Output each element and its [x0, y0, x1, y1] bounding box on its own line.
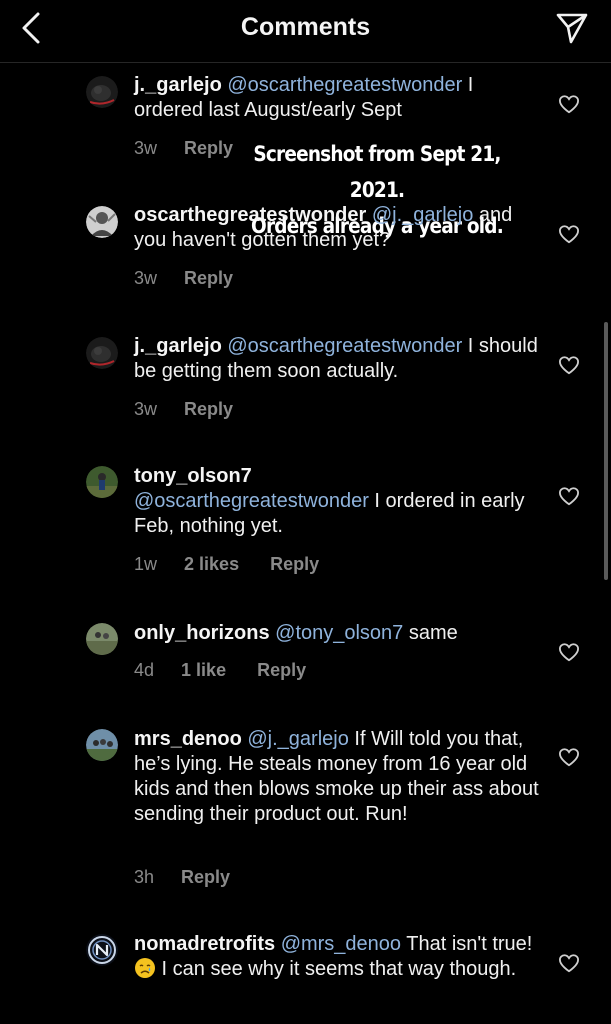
comment-text: j._garlejo @oscarthegreatestwonder I ord… — [134, 73, 544, 123]
comment-username[interactable]: tony_olson7 — [134, 465, 252, 487]
comment-mention[interactable]: @j._garlejo — [372, 204, 473, 226]
comment-text: tony_olson7 @oscarthegreatestwonder I or… — [134, 464, 544, 539]
header-bar: Comments — [0, 0, 611, 63]
heart-icon[interactable] — [558, 747, 580, 767]
scrollbar[interactable] — [604, 322, 608, 580]
avatar[interactable] — [86, 466, 118, 498]
comment-meta: 3w Reply — [134, 399, 233, 420]
heart-icon[interactable] — [558, 224, 580, 244]
comment-username[interactable]: j._garlejo — [134, 335, 222, 357]
likes-count[interactable]: 1 like — [181, 660, 226, 680]
reply-button[interactable]: Reply — [184, 399, 233, 419]
comment-text: mrs_denoo @j._garlejo If Will told you t… — [134, 727, 544, 827]
avatar[interactable] — [86, 76, 118, 108]
comment-mention[interactable]: @oscarthegreatestwonder — [134, 490, 369, 512]
page-title: Comments — [240, 13, 371, 41]
avatar[interactable] — [86, 934, 118, 966]
comment-time: 3w — [134, 399, 158, 419]
likes-count[interactable]: 2 likes — [184, 554, 239, 574]
heart-icon[interactable] — [558, 953, 580, 973]
comment-mention[interactable]: @oscarthegreatestwonder — [227, 335, 462, 357]
comment-mention[interactable]: @j._garlejo — [247, 728, 348, 750]
comment-mention[interactable]: @oscarthegreatestwonder — [227, 74, 462, 96]
comment-text: j._garlejo @oscarthegreatestwonder I sho… — [134, 334, 544, 384]
comment-meta: 3w Reply — [134, 268, 233, 289]
comment-username[interactable]: only_horizons — [134, 622, 270, 644]
comment-body: That isn't true! — [401, 933, 533, 955]
comment-meta: 4d 1 like Reply — [134, 660, 306, 681]
comment-text: only_horizons @tony_olson7 same — [134, 621, 544, 646]
comment-username[interactable]: j._garlejo — [134, 74, 222, 96]
comment-body-continued: I can see why it seems that way though. — [156, 958, 517, 980]
heart-icon[interactable] — [558, 94, 580, 114]
comment-username[interactable]: oscarthegreatestwonder — [134, 204, 366, 226]
heart-icon[interactable] — [558, 642, 580, 662]
send-icon[interactable] — [555, 11, 589, 45]
heart-icon[interactable] — [558, 355, 580, 375]
reply-button[interactable]: Reply — [270, 554, 319, 574]
comment-meta: 1w 2 likes Reply — [134, 554, 319, 575]
reply-button[interactable]: Reply — [257, 660, 306, 680]
crying-face-emoji-icon — [135, 958, 155, 978]
avatar[interactable] — [86, 729, 118, 761]
comment-text: oscarthegreatestwonder @j._garlejo and y… — [134, 203, 544, 253]
comment-mention[interactable]: @mrs_denoo — [281, 933, 401, 955]
comment-text: nomadretrofits @mrs_denoo That isn't tru… — [134, 932, 544, 982]
comment-meta: 3w Reply — [134, 138, 233, 159]
comment-time: 3w — [134, 138, 158, 158]
comment-body: same — [403, 622, 458, 644]
reply-button[interactable]: Reply — [184, 138, 233, 158]
heart-icon[interactable] — [558, 486, 580, 506]
reply-button[interactable]: Reply — [181, 867, 230, 887]
avatar[interactable] — [86, 337, 118, 369]
comment-username[interactable]: nomadretrofits — [134, 933, 275, 955]
comment-time: 3h — [134, 867, 155, 887]
comment-meta: 3h Reply — [134, 867, 230, 888]
comment-time: 1w — [134, 554, 158, 574]
avatar[interactable] — [86, 206, 118, 238]
comment-mention[interactable]: @tony_olson7 — [275, 622, 403, 644]
comment-time: 3w — [134, 268, 158, 288]
comment-time: 4d — [134, 660, 155, 680]
avatar[interactable] — [86, 623, 118, 655]
comment-username[interactable]: mrs_denoo — [134, 728, 242, 750]
reply-button[interactable]: Reply — [184, 268, 233, 288]
annotation-line-1: Screenshot from Sept 21, 2021. — [253, 142, 501, 202]
